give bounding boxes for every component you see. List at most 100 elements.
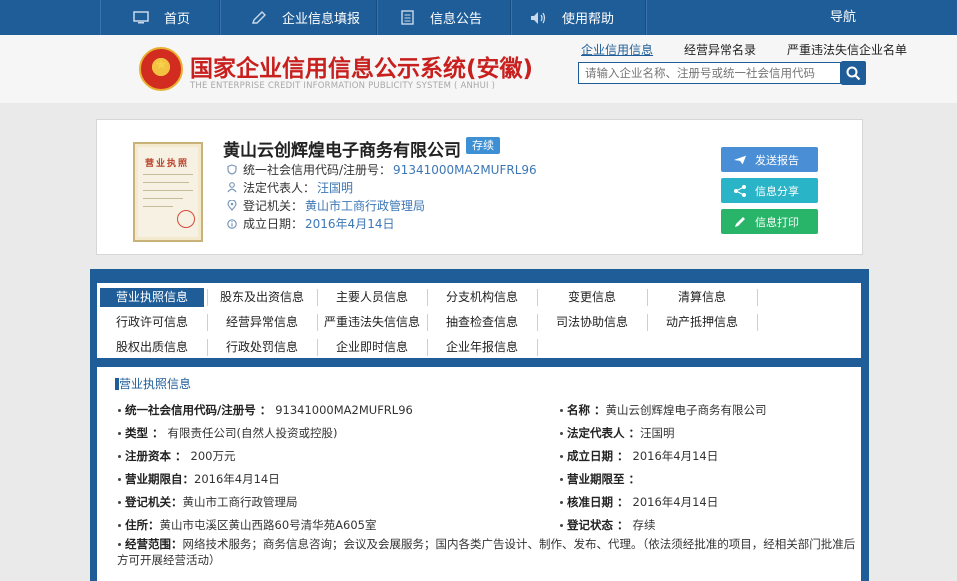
nav-item-announcements[interactable]: 信息公告 — [398, 0, 482, 35]
tab-chattel-mortgage[interactable]: 动产抵押信息 — [650, 313, 754, 332]
field-value: 2016年4月14日 — [632, 495, 719, 509]
field-value: 200万元 — [190, 449, 236, 463]
tab-equity-pledge[interactable]: 股权出质信息 — [100, 338, 204, 357]
rep-label: 法定代表人： — [243, 181, 316, 195]
field-established: 成立日期 ： 2016年4月14日 — [567, 449, 719, 463]
tab-divider — [427, 289, 428, 306]
rep-value: 汪国明 — [317, 181, 354, 195]
share-icon — [733, 184, 747, 197]
authority-value: 黄山市工商行政管理局 — [305, 199, 426, 213]
field-label: 经营范围 — [125, 537, 171, 551]
credit-code-value: 91341000MA2MUFRL96 — [393, 162, 537, 177]
tab-serious-violations[interactable]: 严重违法失信信息 — [320, 313, 424, 332]
share-info-label: 信息分享 — [755, 184, 799, 198]
tab-divider — [537, 289, 538, 306]
nav-item-label: 使用帮助 — [562, 12, 615, 27]
bullet-dot — [118, 501, 121, 504]
nav-divider — [220, 0, 221, 35]
field-name: 名称 ：黄山云创辉煌电子商务有限公司 — [567, 403, 767, 417]
nav-divider — [377, 0, 378, 35]
bullet-dot — [560, 501, 563, 504]
send-report-button[interactable]: 发送报告 — [721, 147, 818, 172]
site-subtitle: THE ENTERPRISE CREDIT INFORMATION PUBLIC… — [190, 81, 496, 91]
tab-admin-penalty[interactable]: 行政处罚信息 — [210, 338, 314, 357]
nav-item-home[interactable]: 首页 — [132, 0, 190, 35]
field-value: 存续 — [632, 518, 656, 532]
print-info-label: 信息打印 — [755, 215, 799, 229]
pencil-icon — [733, 215, 747, 229]
info-icon — [227, 218, 237, 229]
tab-divider — [317, 314, 318, 331]
top-navigation: 首页 企业信息填报 信息公告 使用帮助 导航 — [0, 0, 957, 35]
field-term-to: 营业期限至 ： — [567, 472, 641, 486]
national-emblem-logo: ★ — [139, 47, 183, 91]
tab-divider — [537, 314, 538, 331]
link-blacklist[interactable]: 严重违法失信企业名单 — [787, 41, 907, 58]
print-info-button[interactable]: 信息打印 — [721, 209, 818, 234]
field-label: 营业期限至 — [567, 472, 625, 486]
nav-guide-link[interactable]: 导航 — [830, 0, 856, 35]
field-label: 法定代表人 — [567, 426, 625, 440]
tab-abnormal[interactable]: 经营异常信息 — [210, 313, 314, 332]
license-line — [143, 182, 189, 183]
tab-divider — [537, 339, 538, 356]
nav-item-help[interactable]: 使用帮助 — [530, 0, 614, 35]
field-value: 汪国明 — [640, 426, 675, 440]
tab-instant-info[interactable]: 企业即时信息 — [320, 338, 424, 357]
field-value: 2016年4月14日 — [194, 472, 280, 486]
tab-divider — [647, 289, 648, 306]
license-heading: 营业执照 — [145, 159, 190, 169]
established-value: 2016年4月14日 — [305, 217, 395, 231]
nav-item-fill-info[interactable]: 企业信息填报 — [250, 0, 360, 35]
tab-divider — [317, 339, 318, 356]
link-abnormal-list[interactable]: 经营异常名录 — [684, 41, 756, 58]
link-credit-info[interactable]: 企业信用信息 — [581, 41, 653, 58]
field-label: 成立日期 — [567, 449, 613, 463]
business-license-thumbnail[interactable]: 营业执照 — [133, 142, 203, 242]
search-input[interactable] — [578, 62, 841, 84]
field-label: 类型 — [125, 426, 148, 440]
bullet-dot — [118, 524, 121, 527]
bullet-dot — [118, 455, 121, 458]
person-icon — [227, 182, 237, 193]
license-seal — [177, 210, 195, 228]
tab-business-license[interactable]: 营业执照信息 — [100, 288, 204, 307]
license-line — [143, 174, 193, 175]
bullet-dot — [560, 432, 563, 435]
tab-divider — [757, 289, 758, 306]
field-legal-rep: 法定代表人 ：汪国明 — [567, 426, 675, 440]
company-card: 营业执照 黄山云创辉煌电子商务有限公司 存续 统一社会信用代码/注册号： 913… — [96, 119, 863, 255]
paper-plane-icon — [733, 154, 747, 166]
tab-divider — [207, 314, 208, 331]
field-label: 名称 — [567, 403, 590, 417]
field-value: 黄山市工商行政管理局 — [182, 495, 298, 509]
license-line — [143, 206, 173, 207]
tab-liquidation[interactable]: 清算信息 — [650, 288, 754, 307]
tab-judicial[interactable]: 司法协助信息 — [540, 313, 644, 332]
bullet-dot — [118, 478, 121, 481]
edit-icon — [250, 10, 268, 25]
search-button[interactable] — [841, 61, 866, 85]
established-label: 成立日期： — [243, 217, 304, 231]
bullet-dot — [560, 455, 563, 458]
tab-divider — [207, 339, 208, 356]
field-value: 黄山市屯溪区黄山西路60号清华苑A605室 — [159, 518, 377, 532]
share-info-button[interactable]: 信息分享 — [721, 178, 818, 203]
tab-annual-report[interactable]: 企业年报信息 — [430, 338, 534, 357]
send-report-label: 发送报告 — [755, 153, 799, 167]
company-authority-line: 登记机关： 黄山市工商行政管理局 — [227, 197, 425, 214]
tab-changes[interactable]: 变更信息 — [540, 288, 644, 307]
search-icon — [846, 66, 861, 80]
bullet-dot — [118, 432, 121, 435]
tab-shareholders[interactable]: 股东及出资信息 — [210, 288, 314, 307]
shield-icon — [227, 164, 237, 175]
tab-branches[interactable]: 分支机构信息 — [430, 288, 534, 307]
field-business-scope: 经营范围：网络技术服务；商务信息咨询；会议及会展服务；国内各类广告设计、制作、发… — [117, 537, 856, 567]
tab-admin-license[interactable]: 行政许可信息 — [100, 313, 204, 332]
company-credit-code-line: 统一社会信用代码/注册号： 91341000MA2MUFRL96 — [227, 161, 537, 178]
field-value: 有限责任公司(自然人投资或控股) — [167, 426, 338, 440]
tab-key-personnel[interactable]: 主要人员信息 — [320, 288, 424, 307]
tab-inspections[interactable]: 抽查检查信息 — [430, 313, 534, 332]
field-label: 住所 — [125, 518, 148, 532]
bullet-dot — [118, 409, 121, 412]
